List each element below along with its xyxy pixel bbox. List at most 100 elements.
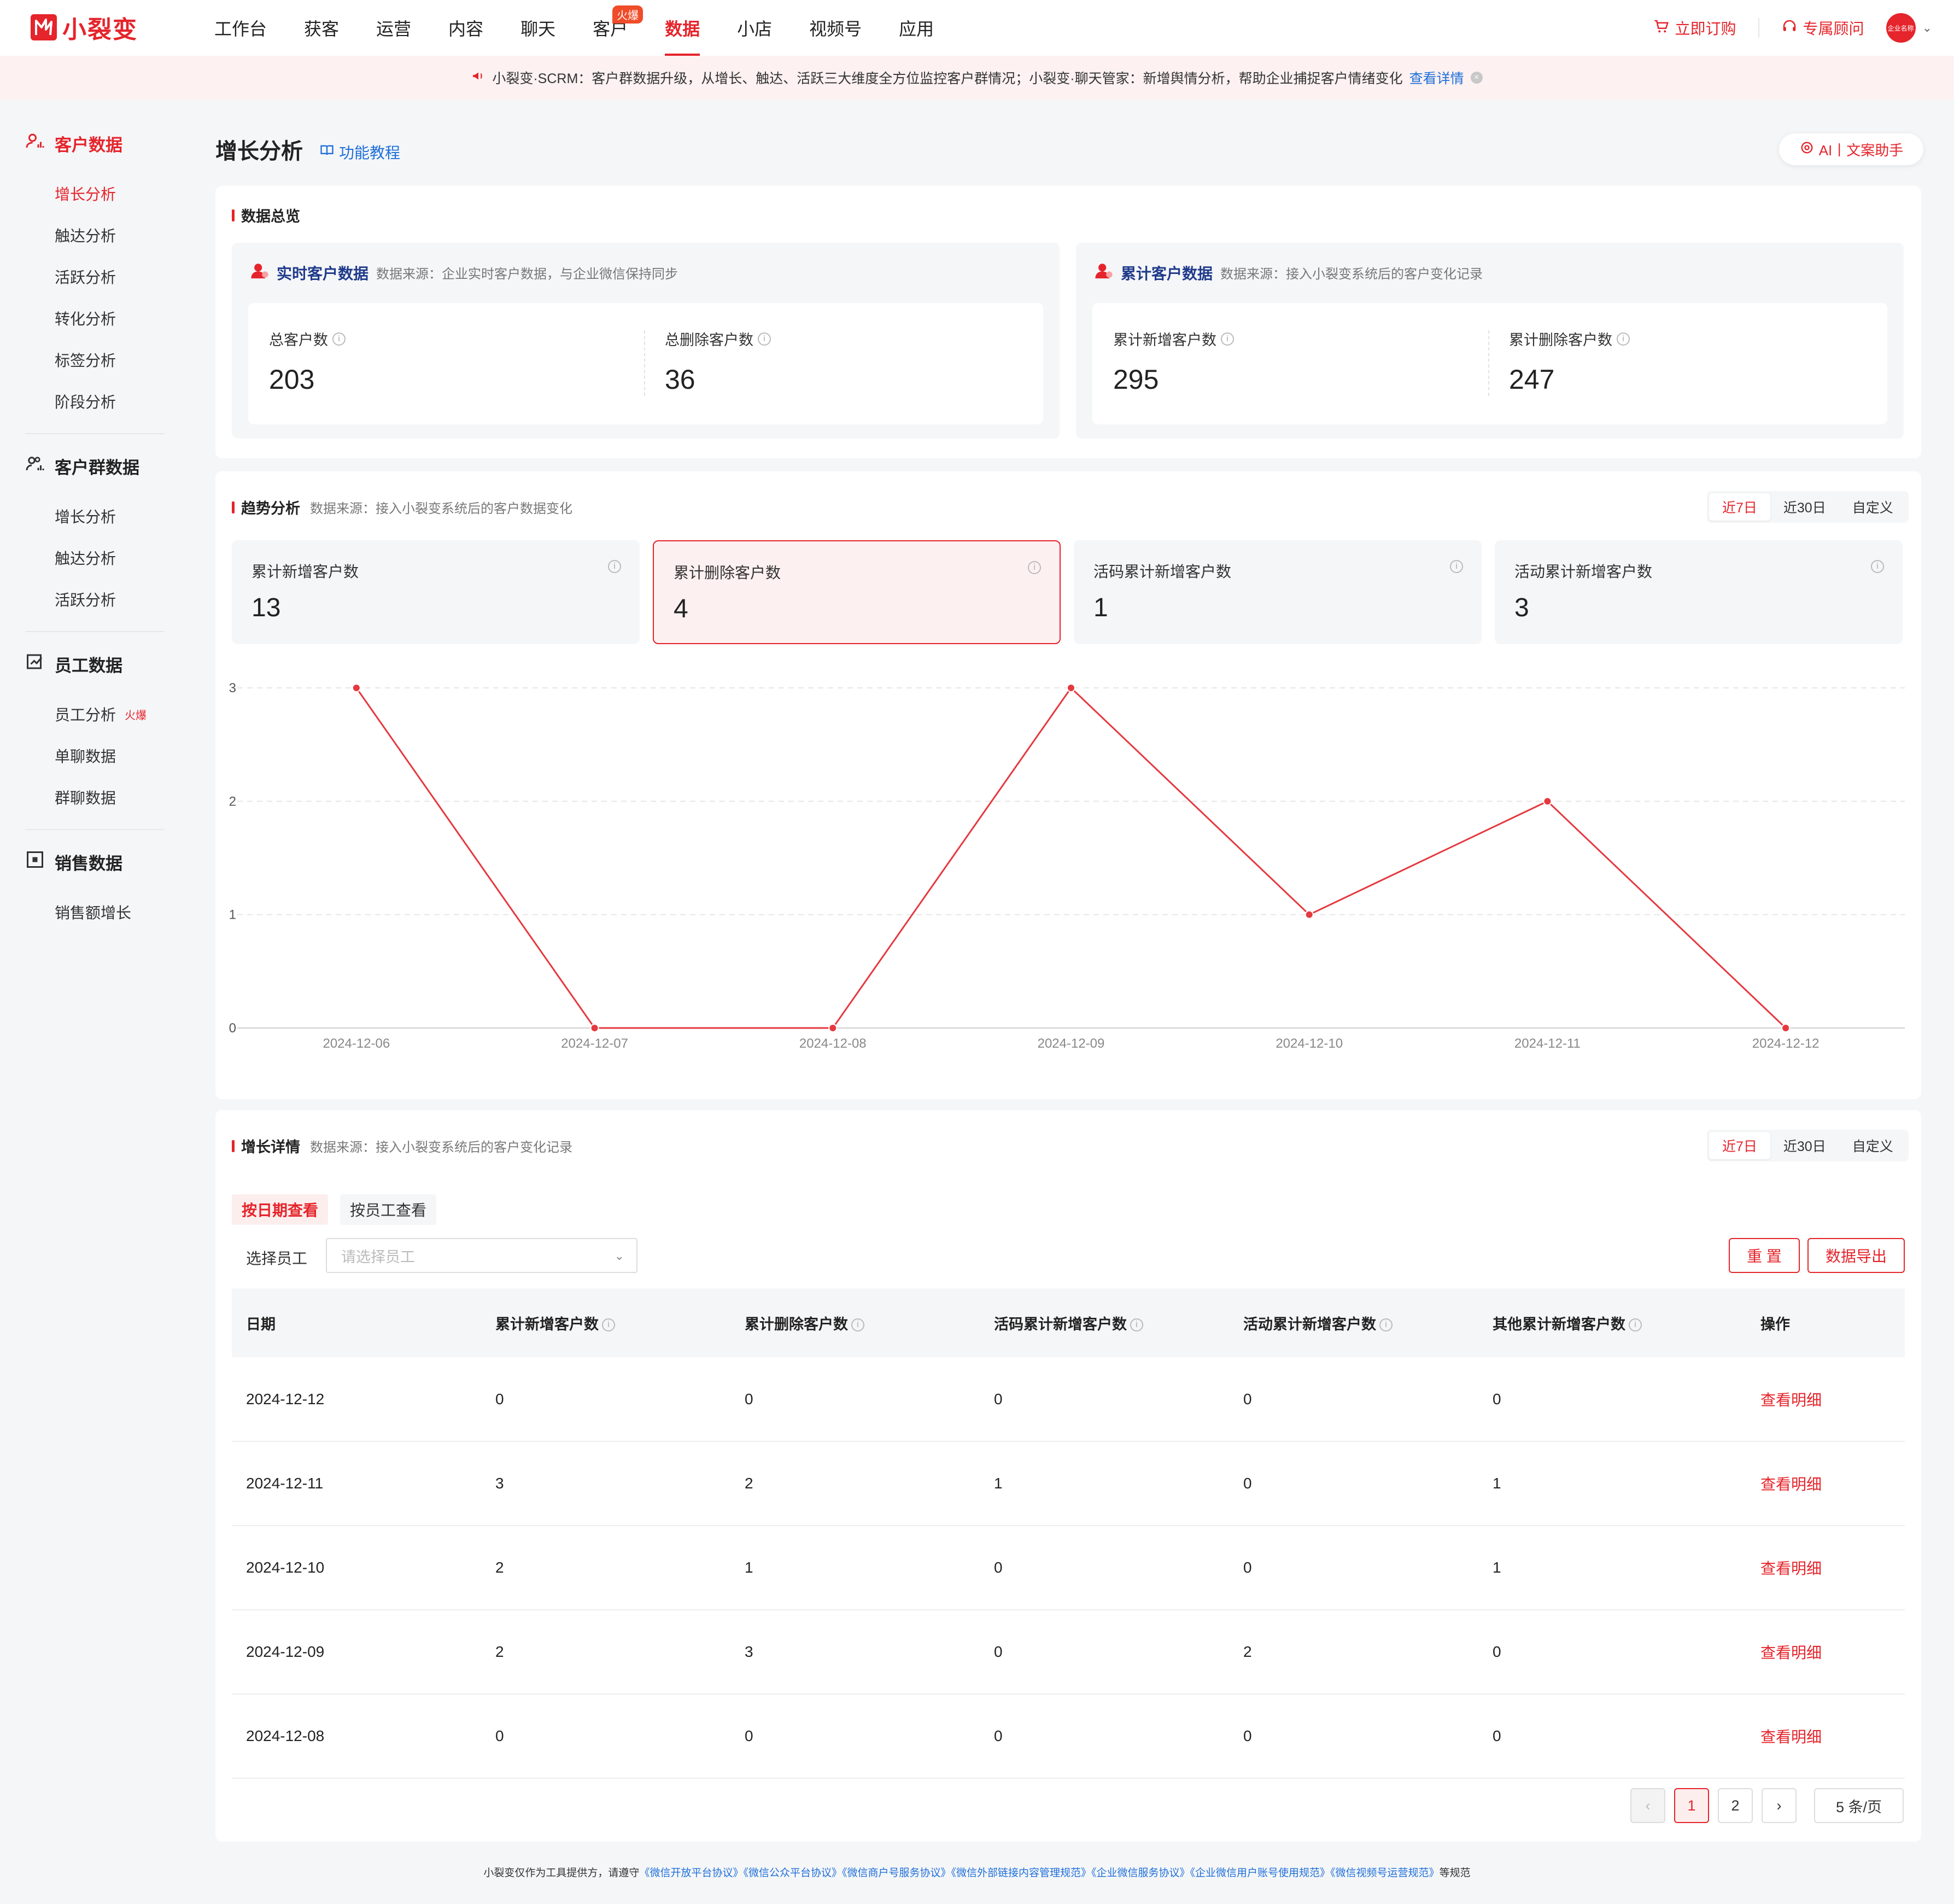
info-icon[interactable]: i: [758, 332, 771, 346]
page-1[interactable]: 1: [1674, 1788, 1709, 1823]
page-title: 增长分析: [215, 139, 303, 163]
sidebar-divider: [25, 829, 165, 830]
select-placeholder: 请选择员工: [341, 1248, 415, 1265]
stat-label: 总客户数 i: [269, 328, 346, 349]
sidebar-group-label: 员工数据: [55, 656, 122, 675]
info-icon[interactable]: i: [1617, 332, 1630, 346]
order-button[interactable]: 立即订购: [1653, 17, 1736, 39]
range-30d[interactable]: 近30日: [1770, 1132, 1839, 1159]
cell-date: 2024-12-09: [232, 1610, 481, 1695]
nav-item-content[interactable]: 内容: [448, 0, 483, 56]
info-icon[interactable]: i: [602, 1318, 615, 1332]
table-row: 2024-12-10 2 1 0 0 1 查看明细: [232, 1526, 1905, 1610]
sidebar-group-title[interactable]: 客户数据: [25, 124, 186, 163]
view-detail-link[interactable]: 查看明细: [1746, 1526, 1905, 1610]
y-tick-label: 1: [229, 908, 236, 922]
sidebar-group-group: 客户群数据: [25, 446, 186, 486]
advisor-button[interactable]: 专属顾问: [1781, 17, 1864, 39]
close-icon[interactable]: ×: [1470, 72, 1483, 84]
brand-logo[interactable]: 小裂变: [31, 12, 138, 43]
sidebar-group-staff: 员工数据: [25, 644, 186, 684]
sidebar-item-group-active[interactable]: 活跃分析: [25, 579, 186, 620]
info-icon[interactable]: i: [1379, 1318, 1393, 1332]
tab-by-staff[interactable]: 按员工查看: [340, 1194, 437, 1225]
cumulative-source: 数据来源：接入小裂变系统后的客户变化记录: [1220, 267, 1483, 282]
sidebar-item-group-growth[interactable]: 增长分析: [25, 495, 186, 537]
nav-item-data[interactable]: 数据: [665, 0, 700, 56]
nav-item-chat[interactable]: 聊天: [520, 0, 555, 56]
footer-link[interactable]: 《微信公众平台协议》: [743, 1867, 842, 1879]
footer-link[interactable]: 《企业微信服务协议》: [1091, 1867, 1190, 1879]
range-7d[interactable]: 近7日: [1709, 1132, 1770, 1159]
nav-item-workbench[interactable]: 工作台: [214, 0, 267, 56]
chevron-down-icon[interactable]: ⌄: [1922, 21, 1932, 35]
next-page-icon[interactable]: ›: [1762, 1788, 1797, 1823]
sidebar-item-group-chat[interactable]: 群聊数据: [25, 776, 186, 818]
page-size-select[interactable]: 5 条/页: [1814, 1788, 1904, 1823]
stat-value: 203: [269, 364, 315, 395]
nav-item-apps[interactable]: 应用: [899, 0, 934, 56]
reset-button[interactable]: 重 置: [1729, 1238, 1800, 1273]
tutorial-link[interactable]: 功能教程: [319, 141, 400, 163]
nav-item-customer[interactable]: 客户 火爆: [593, 0, 643, 56]
top-nav: 小裂变 工作台 获客 运营 内容 聊天 客户 火爆 数据 小店 视频号 应用 立即…: [0, 0, 1954, 56]
info-icon[interactable]: i: [1130, 1318, 1143, 1332]
nav-item-acquire[interactable]: 获客: [304, 0, 339, 56]
sidebar-divider: [25, 631, 165, 632]
info-icon[interactable]: i: [1629, 1318, 1642, 1332]
view-detail-link[interactable]: 查看明细: [1746, 1610, 1905, 1695]
sidebar-item-sales-growth[interactable]: 销售额增长: [25, 891, 186, 933]
sidebar-item-label: 员工分析: [55, 706, 116, 723]
sidebar-item-tag[interactable]: 标签分析: [25, 339, 186, 381]
sidebar-item-conversion[interactable]: 转化分析: [25, 297, 186, 339]
footer-link[interactable]: 《企业微信用户账号使用规范》: [1190, 1867, 1331, 1879]
advisor-label: 专属顾问: [1803, 20, 1864, 37]
view-detail-link[interactable]: 查看明细: [1746, 1357, 1905, 1442]
cell-deleted: 3: [730, 1610, 980, 1695]
footer-link[interactable]: 《微信外部链接内容管理规范》: [951, 1867, 1091, 1879]
sidebar-item-single-chat[interactable]: 单聊数据: [25, 735, 186, 776]
avatar[interactable]: 企业名称: [1886, 13, 1916, 43]
info-icon[interactable]: i: [851, 1318, 864, 1332]
footer-link[interactable]: 《微信开放平台协议》: [639, 1867, 743, 1879]
ai-assistant-button[interactable]: AI丨文案助手: [1779, 133, 1923, 165]
sidebar-item-reach[interactable]: 触达分析: [25, 214, 186, 256]
nav-item-operate[interactable]: 运营: [376, 0, 411, 56]
notice-detail-link[interactable]: 查看详情: [1409, 68, 1464, 87]
column-header-other: 其他累计新增客户数 i: [1478, 1288, 1746, 1357]
cell-qrcode: 0: [980, 1610, 1229, 1695]
sidebar-group-label: 销售数据: [55, 854, 122, 873]
prev-page-icon[interactable]: ‹: [1630, 1788, 1665, 1823]
info-icon[interactable]: i: [1221, 332, 1234, 346]
sidebar-item-growth[interactable]: 增长分析: [25, 173, 186, 214]
staff-select[interactable]: 请选择员工 ⌄: [326, 1238, 637, 1273]
nav-item-channels[interactable]: 视频号: [809, 0, 862, 56]
nav-item-shop[interactable]: 小店: [737, 0, 772, 56]
x-tick-label: 2024-12-11: [1514, 1036, 1581, 1051]
column-header-added: 累计新增客户数 i: [481, 1288, 730, 1357]
range-custom[interactable]: 自定义: [1839, 1132, 1906, 1159]
data-point: [1067, 684, 1075, 692]
column-label: 日期: [246, 1316, 276, 1333]
sidebar-item-stage[interactable]: 阶段分析: [25, 381, 186, 422]
sidebar-group-title[interactable]: 销售数据: [25, 842, 186, 881]
sidebar-item-group-reach[interactable]: 触达分析: [25, 537, 186, 579]
sidebar-group-title[interactable]: 员工数据: [25, 644, 186, 684]
cell-added: 2: [481, 1610, 730, 1695]
realtime-panel: 实时客户数据 数据来源：企业实时客户数据，与企业微信保持同步 总客户数 i 203…: [232, 243, 1060, 439]
sidebar-item-staff-analysis[interactable]: 员工分析 火爆: [25, 693, 186, 735]
view-detail-link[interactable]: 查看明细: [1746, 1694, 1905, 1779]
stat-total-deleted: 总删除客户数 i 36: [665, 328, 771, 395]
tab-by-date[interactable]: 按日期查看: [232, 1194, 329, 1225]
footer-link[interactable]: 《微信商户号服务协议》: [842, 1867, 951, 1879]
sidebar-item-active[interactable]: 活跃分析: [25, 256, 186, 297]
sidebar-group-label: 客户群数据: [55, 458, 139, 477]
page-2[interactable]: 2: [1718, 1788, 1753, 1823]
stat-value: 36: [665, 364, 695, 395]
info-icon[interactable]: i: [332, 332, 346, 346]
view-detail-link[interactable]: 查看明细: [1746, 1441, 1905, 1526]
sidebar-group-title[interactable]: 客户群数据: [25, 446, 186, 486]
footer-link[interactable]: 《微信视频号运营规范》: [1330, 1867, 1440, 1879]
export-button[interactable]: 数据导出: [1807, 1238, 1905, 1273]
cell-date: 2024-12-12: [232, 1357, 481, 1442]
